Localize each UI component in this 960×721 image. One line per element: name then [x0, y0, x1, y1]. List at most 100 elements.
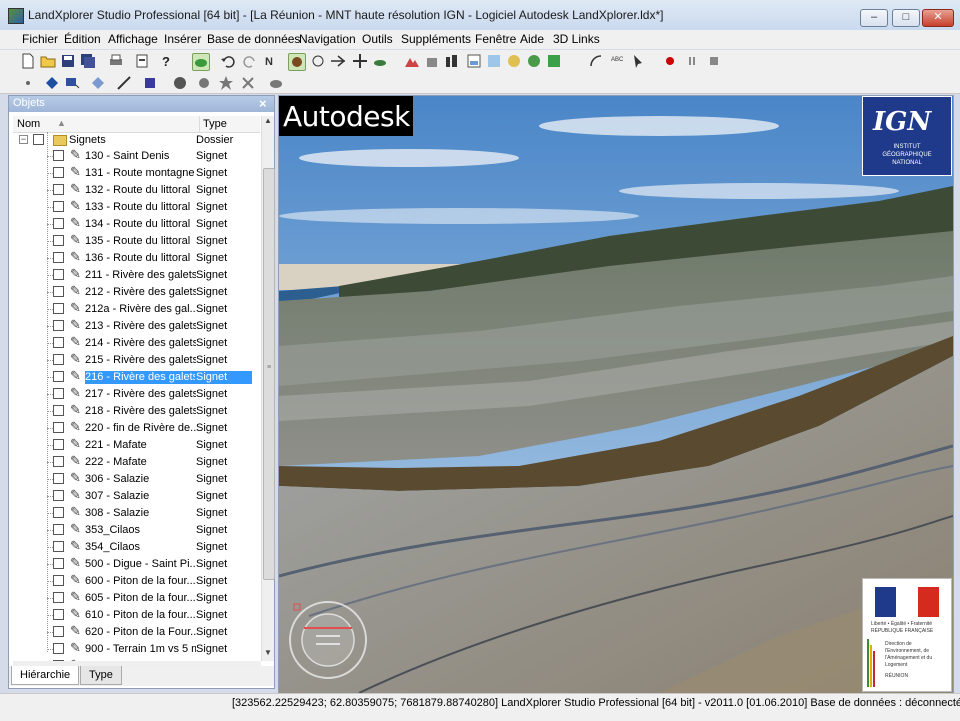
- tab-type[interactable]: Type: [80, 666, 122, 685]
- 3d-view[interactable]: [278, 95, 954, 694]
- tree-row[interactable]: ✎ 353_Cilaos Signet: [9, 521, 261, 539]
- pan-icon[interactable]: [352, 53, 368, 69]
- menu-base-de-donnees[interactable]: Base de données: [207, 31, 300, 47]
- row-checkbox[interactable]: [53, 575, 64, 586]
- row-checkbox[interactable]: [53, 320, 64, 331]
- column-header-type[interactable]: Type: [203, 118, 227, 130]
- tree-row[interactable]: ✎ 134 - Route du littoral Signet: [9, 215, 261, 233]
- maximize-button[interactable]: □: [892, 9, 920, 27]
- polygon-tool-icon[interactable]: [90, 75, 106, 91]
- map-icon[interactable]: [486, 53, 502, 69]
- app-icon[interactable]: [8, 8, 24, 24]
- row-checkbox[interactable]: [53, 303, 64, 314]
- menu-fenetre[interactable]: Fenêtre: [475, 31, 516, 47]
- minimize-button[interactable]: –: [860, 9, 888, 27]
- gear-icon[interactable]: [196, 75, 212, 91]
- redo-icon[interactable]: [242, 53, 258, 69]
- tab-hierarchie[interactable]: Hiérarchie: [11, 666, 80, 685]
- tree-row[interactable]: ✎ 307 - Salazie Signet: [9, 487, 261, 505]
- tree-row[interactable]: ✎ 220 - fin de Rivère de... Signet: [9, 419, 261, 437]
- scroll-up-icon[interactable]: ▲: [262, 116, 274, 129]
- print-preview-icon[interactable]: [134, 53, 150, 69]
- row-checkbox[interactable]: [53, 354, 64, 365]
- row-checkbox[interactable]: [53, 643, 64, 654]
- row-checkbox[interactable]: [53, 490, 64, 501]
- pause-icon[interactable]: [684, 53, 700, 69]
- tree-row[interactable]: ✎ 212 - Rivère des galets Signet: [9, 283, 261, 301]
- row-checkbox[interactable]: [53, 184, 64, 195]
- shape-tool-icon[interactable]: [64, 75, 80, 91]
- save-all-icon[interactable]: [80, 53, 96, 69]
- column-divider[interactable]: [199, 116, 200, 132]
- walk-icon[interactable]: [372, 53, 388, 69]
- tree-row[interactable]: ✎ 600 - Piton de la four... Signet: [9, 572, 261, 590]
- tree-row[interactable]: ✎ 306 - Salazie Signet: [9, 470, 261, 488]
- spellcheck-icon[interactable]: ABC: [610, 53, 626, 69]
- row-checkbox[interactable]: [53, 388, 64, 399]
- row-checkbox[interactable]: [53, 218, 64, 229]
- tree-row[interactable]: ✎ 132 - Route du littoral Signet: [9, 181, 261, 199]
- row-checkbox[interactable]: [53, 558, 64, 569]
- row-checkbox[interactable]: [53, 252, 64, 263]
- undo-icon[interactable]: [220, 53, 236, 69]
- tree-row[interactable]: ✎ 131 - Route montagne Signet: [9, 164, 261, 182]
- fly-icon[interactable]: [330, 53, 346, 69]
- new-file-icon[interactable]: [20, 53, 36, 69]
- tree-row[interactable]: ✎ 133 - Route du littoral Signet: [9, 198, 261, 216]
- fill-tool-icon[interactable]: [44, 75, 60, 91]
- open-folder-icon[interactable]: [40, 53, 56, 69]
- tree-row[interactable]: ✎ 216 - Rivère des galets Signet: [9, 368, 261, 386]
- tree-row[interactable]: ✎ 218 - Rivère des galets Signet: [9, 402, 261, 420]
- tree-row[interactable]: ✎ 221 - Mafate Signet: [9, 436, 261, 454]
- tree-row[interactable]: ✎ 500 - Digue - Saint Pi... Signet: [9, 555, 261, 573]
- menu-aide[interactable]: Aide: [520, 31, 544, 47]
- tree-row[interactable]: ✎ 900 - Terrain 1m vs 5 m Signet: [9, 640, 261, 658]
- menu-3d-links[interactable]: 3D Links: [553, 31, 600, 47]
- row-checkbox[interactable]: [53, 201, 64, 212]
- tree-row[interactable]: ✎ 213 - Rivère des galets Signet: [9, 317, 261, 335]
- help-icon[interactable]: ?: [160, 53, 176, 69]
- menu-inserer[interactable]: Insérer: [164, 31, 201, 47]
- row-checkbox[interactable]: [53, 337, 64, 348]
- rotate-icon[interactable]: [310, 53, 326, 69]
- tree-row[interactable]: ✎ 354_Cilaos Signet: [9, 538, 261, 556]
- print-icon[interactable]: [108, 53, 124, 69]
- line-tool-icon[interactable]: [116, 75, 132, 91]
- row-checkbox[interactable]: [53, 524, 64, 535]
- row-checkbox[interactable]: [53, 269, 64, 280]
- terrain-scene[interactable]: [279, 96, 953, 693]
- menu-supplements[interactable]: Suppléments: [401, 31, 471, 47]
- tree-row[interactable]: ✎ 215 - Rivère des galets Signet: [9, 351, 261, 369]
- image-icon[interactable]: [466, 53, 482, 69]
- row-checkbox[interactable]: [53, 473, 64, 484]
- navigation-compass[interactable]: [286, 598, 370, 682]
- panel-close-icon[interactable]: ×: [259, 96, 267, 111]
- cloud-icon[interactable]: [268, 75, 284, 91]
- tree-row[interactable]: ✎ 136 - Route du littoral Signet: [9, 249, 261, 267]
- building-icon[interactable]: [424, 53, 440, 69]
- row-checkbox[interactable]: [53, 422, 64, 433]
- point-tool-icon[interactable]: [20, 75, 36, 91]
- tree-row[interactable]: ✎ 211 - Rivère des galets Signet: [9, 266, 261, 284]
- tree-row[interactable]: ✎ 130 - Saint Denis Signet: [9, 147, 261, 165]
- row-checkbox[interactable]: [53, 439, 64, 450]
- row-checkbox[interactable]: [53, 507, 64, 518]
- north-icon[interactable]: N: [262, 53, 278, 69]
- tree-row[interactable]: ✎ 222 - Mafate Signet: [9, 453, 261, 471]
- tree-row[interactable]: ✎ 212a - Rivère des gal... Signet: [9, 300, 261, 318]
- symbol-tool-icon[interactable]: [142, 75, 158, 91]
- collapse-icon[interactable]: −: [19, 135, 28, 144]
- tree-row[interactable]: ✎ 605 - Piton de la four... Signet: [9, 589, 261, 607]
- menu-outils[interactable]: Outils: [362, 31, 393, 47]
- row-checkbox[interactable]: [53, 405, 64, 416]
- tree-row[interactable]: ✎ 610 - Piton de la four... Signet: [9, 606, 261, 624]
- tree-row[interactable]: ✎ 214 - Rivère des galets Signet: [9, 334, 261, 352]
- tree-row[interactable]: ✎ 620 - Piton de la Four... Signet: [9, 623, 261, 641]
- orbit-icon[interactable]: [288, 53, 306, 71]
- column-header-nom[interactable]: Nom: [17, 118, 40, 130]
- menu-edition[interactable]: Édition: [64, 31, 101, 47]
- row-checkbox[interactable]: [53, 541, 64, 552]
- city-icon[interactable]: [444, 53, 460, 69]
- terrain-icon[interactable]: [404, 53, 420, 69]
- close-button[interactable]: ✕: [922, 9, 954, 27]
